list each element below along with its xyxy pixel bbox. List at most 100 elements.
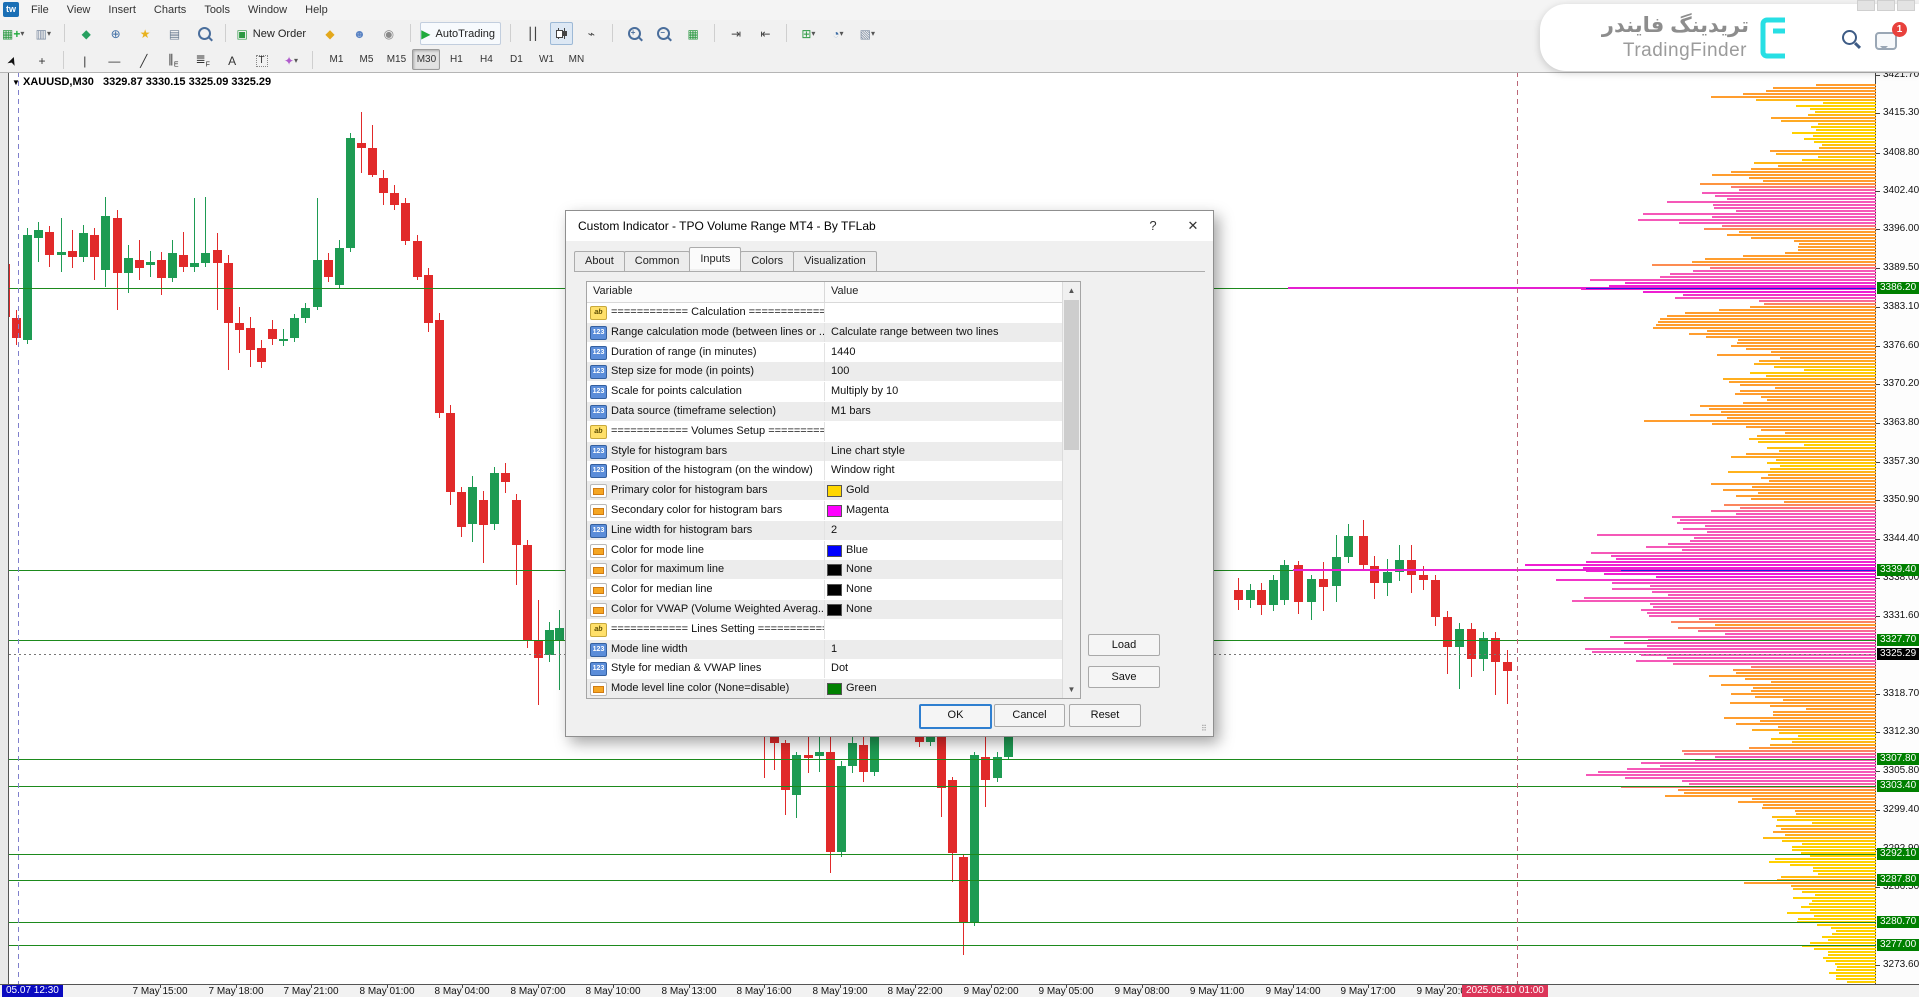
value-cell[interactable]: 1440 <box>825 343 1062 362</box>
metaeditor-button[interactable]: ☻ <box>348 22 371 45</box>
shapes-tool-button[interactable]: ✦▾ <box>280 49 303 72</box>
cursor-tool-button[interactable]: ➤ <box>1 49 24 72</box>
tab-about[interactable]: About <box>574 251 625 271</box>
new-order-button[interactable]: ▣New Order <box>235 22 312 45</box>
table-row[interactable]: 123Scale for points calculationMultiply … <box>587 382 1062 401</box>
table-row[interactable]: 123Style for histogram barsLine chart st… <box>587 442 1062 461</box>
alerts-button[interactable]: ◉ <box>377 22 400 45</box>
table-row[interactable]: 123Mode line width1 <box>587 640 1062 659</box>
table-row[interactable]: 123Range calculation mode (between lines… <box>587 323 1062 342</box>
timeframe-m1[interactable]: M1 <box>322 49 350 70</box>
candle-chart-button[interactable] <box>550 22 573 45</box>
value-cell[interactable]: Calculate range between two lines <box>825 323 1062 342</box>
menu-help[interactable]: Help <box>296 1 337 19</box>
table-row[interactable]: Mode level line color (None=disable)Gree… <box>587 679 1062 698</box>
value-cell[interactable]: Window right <box>825 461 1062 480</box>
tab-common[interactable]: Common <box>624 251 691 271</box>
table-row[interactable]: 123Position of the histogram (on the win… <box>587 461 1062 480</box>
table-row[interactable]: 123Data source (timeframe selection)M1 b… <box>587 402 1062 421</box>
chart-shift-button[interactable]: ⇤ <box>754 22 777 45</box>
value-cell[interactable] <box>825 620 1062 639</box>
value-cell[interactable]: M1 bars <box>825 402 1062 421</box>
save-button[interactable]: Save <box>1088 666 1160 688</box>
menu-window[interactable]: Window <box>239 1 296 19</box>
tab-colors[interactable]: Colors <box>740 251 794 271</box>
templates-button[interactable]: ▧▾ <box>856 22 879 45</box>
periods-button[interactable]: ◔▾ <box>826 22 849 45</box>
timeframe-d1[interactable]: D1 <box>502 49 530 70</box>
value-cell[interactable]: 1 <box>825 640 1062 659</box>
fibonacci-tool-button[interactable]: ≣F <box>191 49 214 72</box>
table-row[interactable]: Color for mode lineBlue <box>587 541 1062 560</box>
menu-file[interactable]: File <box>22 1 58 19</box>
table-row[interactable]: ab============ Volumes Setup =========..… <box>587 422 1062 441</box>
zoom-in-button[interactable]: + <box>623 22 646 45</box>
cancel-button[interactable]: Cancel <box>994 704 1065 727</box>
crosshair-tool-button[interactable]: + <box>30 49 53 72</box>
inputs-table[interactable]: Variable Value ab============ Calculatio… <box>586 281 1081 699</box>
value-cell[interactable]: Multiply by 10 <box>825 382 1062 401</box>
trendline-tool-button[interactable]: ╱ <box>132 49 155 72</box>
dialog-help-button[interactable]: ? <box>1133 211 1173 241</box>
timeframe-w1[interactable]: W1 <box>532 49 560 70</box>
dialog-title-bar[interactable]: Custom Indicator - TPO Volume Range MT4 … <box>566 211 1213 241</box>
auto-scroll-button[interactable]: ⇥ <box>725 22 748 45</box>
navigator-button[interactable]: ★ <box>134 22 157 45</box>
table-row[interactable]: Color for maximum lineNone <box>587 560 1062 579</box>
tab-visualization[interactable]: Visualization <box>793 251 877 271</box>
new-chart-button[interactable]: ▦+▾ <box>1 22 25 45</box>
value-cell[interactable]: Blue <box>825 541 1062 560</box>
timeframe-m5[interactable]: M5 <box>352 49 380 70</box>
value-cell[interactable]: None <box>825 600 1062 619</box>
menu-charts[interactable]: Charts <box>145 1 195 19</box>
autotrading-button[interactable]: ▶AutoTrading <box>420 22 501 45</box>
market-watch-button[interactable]: ◆ <box>75 22 98 45</box>
timeframe-mn[interactable]: MN <box>562 49 590 70</box>
menu-tools[interactable]: Tools <box>195 1 239 19</box>
window-close-button[interactable] <box>1897 0 1915 11</box>
line-chart-button[interactable]: ⌁ <box>580 22 603 45</box>
value-cell[interactable]: None <box>825 560 1062 579</box>
search-icon[interactable] <box>1842 30 1857 45</box>
table-row[interactable]: Color for VWAP (Volume Weighted Averag..… <box>587 600 1062 619</box>
value-cell[interactable]: 100 <box>825 362 1062 381</box>
data-window-button[interactable]: ⊕ <box>104 22 127 45</box>
value-cell[interactable]: Gold <box>825 481 1062 500</box>
timeframe-h4[interactable]: H4 <box>472 49 500 70</box>
table-row[interactable]: 123Duration of range (in minutes)1440 <box>587 343 1062 362</box>
value-cell[interactable]: Green <box>825 679 1062 698</box>
table-row[interactable]: Color for median lineNone <box>587 580 1062 599</box>
label-tool-button[interactable]: T <box>250 49 273 72</box>
expert-advisors-button[interactable]: ◆ <box>318 22 341 45</box>
indicators-button[interactable]: ⊞▾ <box>797 22 820 45</box>
bar-chart-button[interactable]: ⎮⎮ <box>521 22 544 45</box>
tab-inputs[interactable]: Inputs <box>689 247 741 269</box>
value-cell[interactable] <box>825 422 1062 441</box>
table-row[interactable]: ab============ Calculation ============ <box>587 303 1062 322</box>
text-tool-button[interactable]: A <box>221 49 244 72</box>
value-cell[interactable] <box>825 303 1062 322</box>
table-row[interactable]: 123Style for median & VWAP linesDot <box>587 659 1062 678</box>
value-cell[interactable]: Line chart style <box>825 442 1062 461</box>
window-maximize-button[interactable] <box>1877 0 1895 11</box>
timeframe-h1[interactable]: H1 <box>442 49 470 70</box>
scroll-up-icon[interactable]: ▲ <box>1063 282 1080 299</box>
timeframe-m15[interactable]: M15 <box>382 49 410 70</box>
horizontal-line-tool-button[interactable]: — <box>103 49 126 72</box>
price-axis[interactable]: 3421.703415.303408.803402.403396.003389.… <box>1875 72 1919 984</box>
table-row[interactable]: 123Step size for mode (in points)100 <box>587 362 1062 381</box>
zoom-out-button[interactable]: − <box>652 22 675 45</box>
reset-button[interactable]: Reset <box>1069 704 1141 727</box>
dialog-close-button[interactable]: ✕ <box>1173 211 1213 241</box>
table-row[interactable]: 123Line width for histogram bars2 <box>587 521 1062 540</box>
load-button[interactable]: Load <box>1088 634 1160 656</box>
profiles-button[interactable]: ▥▾ <box>32 22 55 45</box>
scroll-down-icon[interactable]: ▼ <box>1063 681 1080 698</box>
table-row[interactable]: ab============ Lines Setting ===========… <box>587 620 1062 639</box>
value-column-header[interactable]: Value <box>831 285 858 297</box>
resize-grip-icon[interactable]: ⠿ <box>1201 724 1211 734</box>
vertical-line-tool-button[interactable]: | <box>73 49 96 72</box>
menu-insert[interactable]: Insert <box>99 1 145 19</box>
variable-column-header[interactable]: Variable <box>593 285 633 297</box>
window-minimize-button[interactable] <box>1857 0 1875 11</box>
